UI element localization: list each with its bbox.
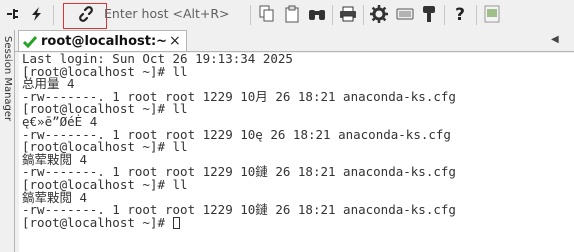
- tab-title: root@localhost:~: [41, 33, 168, 49]
- toolbar-separator: [332, 5, 333, 25]
- print-icon[interactable]: [337, 3, 359, 25]
- session-tab[interactable]: root@localhost:~ ×: [18, 30, 187, 51]
- terminal-output[interactable]: Last login: Sun Oct 26 19:13:34 2025 [ro…: [19, 53, 574, 252]
- session-manager-panel[interactable]: Session Manager: [0, 30, 15, 252]
- terminal-line: [root@localhost ~]# ll: [22, 176, 188, 192]
- help-icon[interactable]: ?: [449, 3, 471, 25]
- terminal-prompt: [root@localhost ~]#: [22, 214, 173, 230]
- connect-icon[interactable]: [3, 3, 23, 25]
- terminal-line: [root@localhost ~]# ll: [22, 101, 188, 117]
- terminal-line: [root@localhost ~]# ll: [22, 63, 188, 79]
- tab-strip: root@localhost:~ × ◀: [15, 30, 574, 52]
- window-icon[interactable]: [481, 3, 503, 25]
- gear-icon[interactable]: [368, 3, 390, 25]
- toolbar-separator: [250, 5, 251, 25]
- find-icon[interactable]: [306, 3, 328, 25]
- host-input[interactable]: Enter host <Alt+R>: [104, 5, 245, 23]
- tab-close-button[interactable]: ×: [169, 33, 181, 49]
- toolbar-separator: [444, 5, 445, 25]
- toolbar: Enter host <Alt+R> ?: [0, 0, 574, 30]
- lightning-icon[interactable]: [27, 3, 47, 25]
- tab-scroll-left-icon[interactable]: ◀: [551, 34, 559, 45]
- session-manager-label: Session Manager: [2, 36, 13, 122]
- terminal-prompt-line: [root@localhost ~]#: [19, 214, 574, 230]
- keyboard-icon[interactable]: [394, 3, 416, 25]
- terminal-line: [root@localhost ~]# ll: [22, 139, 188, 155]
- link-icon[interactable]: [74, 3, 98, 25]
- copy-icon[interactable]: [257, 3, 277, 25]
- check-icon: [23, 35, 37, 48]
- toolbar-separator: [476, 5, 477, 25]
- key-icon[interactable]: [419, 3, 439, 25]
- terminal-cursor: [172, 216, 180, 229]
- toolbar-separator: [363, 5, 364, 25]
- svg-text:?: ?: [455, 5, 465, 23]
- toolbar-separator: [53, 5, 54, 25]
- paste-icon[interactable]: [282, 3, 302, 25]
